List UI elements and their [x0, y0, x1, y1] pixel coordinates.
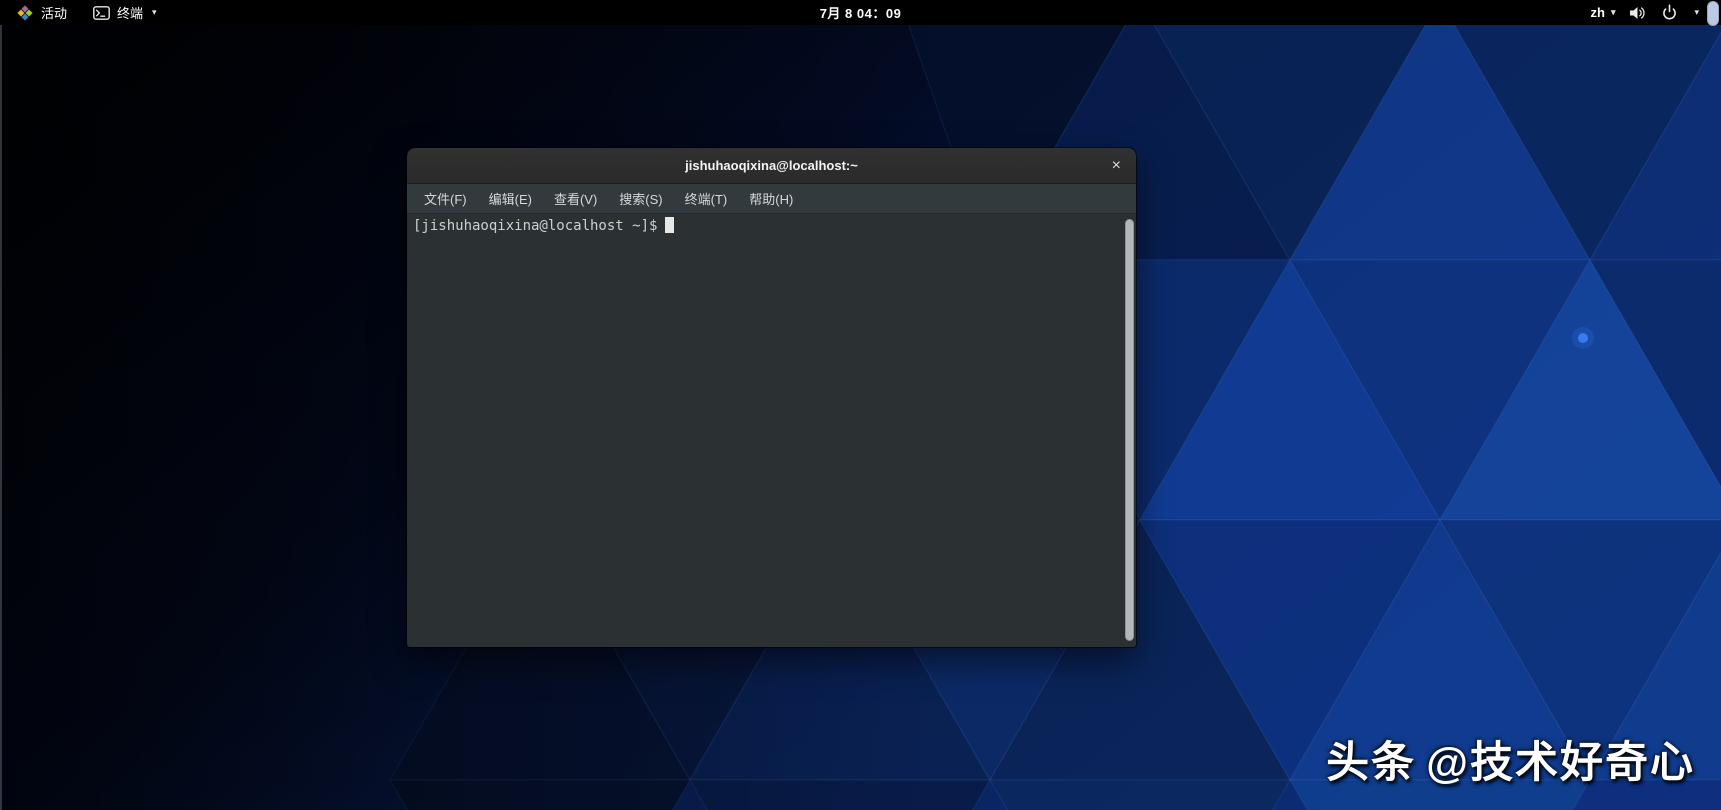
chevron-down-icon: ▾ [1610, 7, 1616, 17]
centos-logo-icon [16, 3, 34, 22]
screen-edge-line [0, 24, 2, 810]
terminal-window: jishuhaoqixina@localhost:~ × 文件(F) 编辑(E)… [407, 148, 1136, 647]
input-method-label: zh [1590, 5, 1605, 20]
terminal-cursor [665, 217, 675, 233]
menu-file[interactable]: 文件(F) [413, 184, 478, 213]
top-bar: 活动 终端 ▾ 7月 8 04：09 zh ▾ ▾ [0, 0, 1721, 25]
menu-help[interactable]: 帮助(H) [738, 184, 804, 213]
input-method-indicator[interactable]: zh ▾ [1590, 0, 1615, 25]
close-icon[interactable]: × [1112, 157, 1121, 174]
clock[interactable]: 7月 8 04：09 [820, 0, 902, 25]
terminal-icon [93, 5, 110, 20]
chevron-down-icon: ▾ [152, 7, 157, 17]
shell-prompt: [jishuhaoqixina@localhost ~]$ [413, 218, 658, 234]
terminal-menubar: 文件(F) 编辑(E) 查看(V) 搜索(S) 终端(T) 帮助(H) [407, 184, 1136, 214]
activities-button[interactable]: 活动 [16, 0, 67, 25]
prompt-line: [jishuhaoqixina@localhost ~]$ [413, 217, 1130, 236]
page-scrollbar-thumb[interactable] [1707, 1, 1719, 26]
watermark-handle: @技术好奇心 [1426, 739, 1695, 787]
terminal-titlebar[interactable]: jishuhaoqixina@localhost:~ × [407, 148, 1136, 184]
menu-terminal[interactable]: 终端(T) [674, 184, 739, 213]
system-menu-caret[interactable]: ▾ [1694, 8, 1699, 17]
terminal-content[interactable]: [jishuhaoqixina@localhost ~]$ [407, 214, 1136, 647]
watermark: 头条 @技术好奇心 [1326, 728, 1695, 790]
activities-label: 活动 [41, 6, 68, 21]
volume-icon[interactable] [1629, 5, 1647, 21]
menu-edit[interactable]: 编辑(E) [478, 184, 543, 213]
app-menu-terminal[interactable]: 终端 ▾ [93, 0, 157, 25]
watermark-brand: 头条 [1326, 739, 1417, 787]
power-icon[interactable] [1661, 4, 1678, 21]
menu-view[interactable]: 查看(V) [543, 184, 608, 213]
desktop: 活动 终端 ▾ 7月 8 04：09 zh ▾ ▾ jishuhaoqixina… [0, 0, 1721, 810]
menu-search[interactable]: 搜索(S) [608, 184, 673, 213]
terminal-scrollbar[interactable] [1125, 219, 1134, 641]
app-menu-label: 终端 [117, 6, 144, 21]
window-title: jishuhaoqixina@localhost:~ [685, 158, 858, 173]
